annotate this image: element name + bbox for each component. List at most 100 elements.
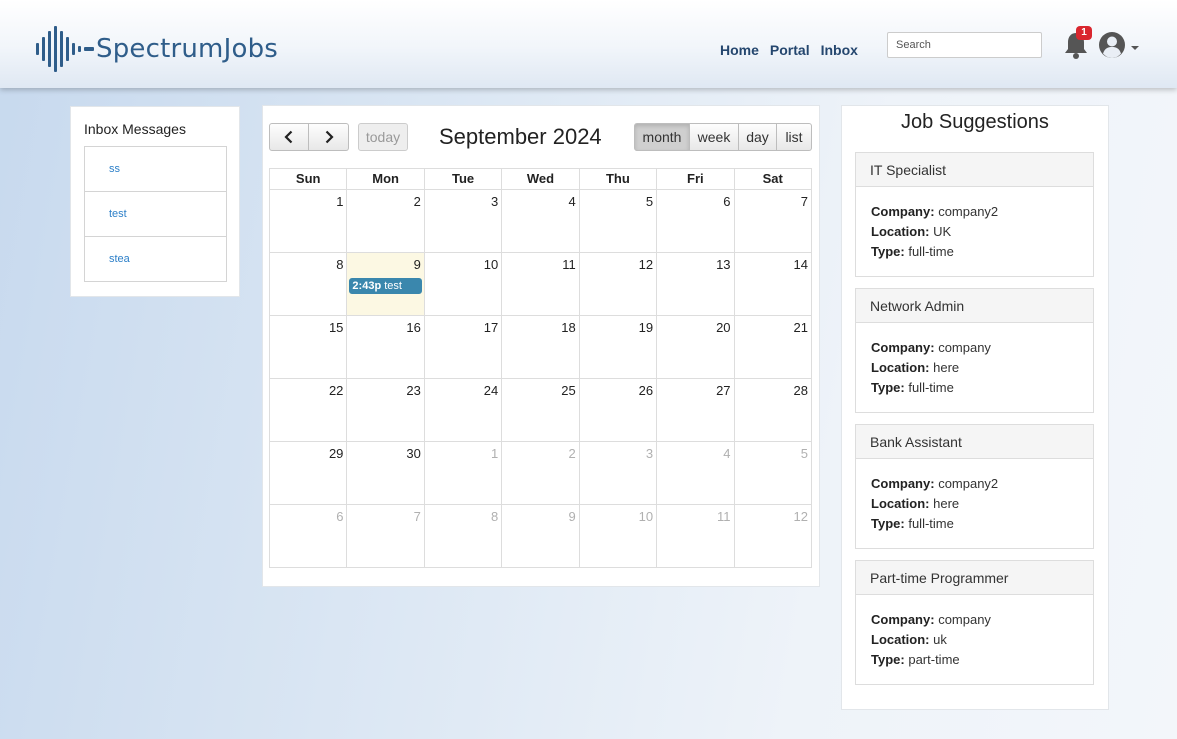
inbox-message-item[interactable]: stea xyxy=(84,236,227,282)
calendar-day[interactable]: 1 xyxy=(270,190,346,252)
view-week-button[interactable]: week xyxy=(690,123,739,151)
day-number[interactable]: 29 xyxy=(329,446,343,461)
calendar-day[interactable]: 8 xyxy=(423,505,501,567)
day-number[interactable]: 5 xyxy=(646,194,653,209)
calendar-day[interactable]: 28 xyxy=(733,379,811,441)
inbox-message-link[interactable]: test xyxy=(109,208,127,220)
job-card[interactable]: IT Specialist Company: company2 Location… xyxy=(855,152,1094,277)
day-number[interactable]: 7 xyxy=(801,194,808,209)
calendar-day[interactable]: 3 xyxy=(578,442,656,504)
brand-logo[interactable]: SpectrumJobs xyxy=(36,26,278,72)
calendar-day[interactable]: 6 xyxy=(656,190,733,252)
next-month-button[interactable] xyxy=(309,123,349,151)
job-card[interactable]: Network Admin Company: company Location:… xyxy=(855,288,1094,413)
day-number[interactable]: 15 xyxy=(329,320,343,335)
day-number[interactable]: 1 xyxy=(336,194,343,209)
inbox-message-link[interactable]: ss xyxy=(109,163,120,175)
job-card[interactable]: Part-time Programmer Company: company Lo… xyxy=(855,560,1094,685)
calendar-day[interactable]: 23 xyxy=(346,379,423,441)
day-number[interactable]: 23 xyxy=(406,383,420,398)
day-number[interactable]: 27 xyxy=(716,383,730,398)
calendar-day[interactable]: 22 xyxy=(270,379,346,441)
day-number[interactable]: 21 xyxy=(793,320,807,335)
nav-home-link[interactable]: Home xyxy=(720,42,759,58)
job-card[interactable]: Bank Assistant Company: company2 Locatio… xyxy=(855,424,1094,549)
prev-month-button[interactable] xyxy=(269,123,309,151)
day-number[interactable]: 14 xyxy=(793,257,807,272)
calendar-day[interactable]: 6 xyxy=(270,505,346,567)
day-number[interactable]: 10 xyxy=(639,509,653,524)
today-button[interactable]: today xyxy=(358,123,408,151)
day-number[interactable]: 3 xyxy=(491,194,498,209)
day-number[interactable]: 28 xyxy=(793,383,807,398)
calendar-day[interactable]: 4 xyxy=(656,442,733,504)
calendar-day[interactable]: 2 xyxy=(346,190,423,252)
day-number[interactable]: 4 xyxy=(723,446,730,461)
calendar-day[interactable]: 16 xyxy=(346,316,423,378)
day-number[interactable]: 30 xyxy=(406,446,420,461)
day-number[interactable]: 4 xyxy=(568,194,575,209)
day-number[interactable]: 12 xyxy=(793,509,807,524)
day-number[interactable]: 8 xyxy=(336,257,343,272)
day-number[interactable]: 24 xyxy=(484,383,498,398)
day-number[interactable]: 2 xyxy=(414,194,421,209)
calendar-day[interactable]: 1 xyxy=(423,442,501,504)
calendar-day[interactable]: 9 xyxy=(501,505,578,567)
nav-portal-link[interactable]: Portal xyxy=(770,42,810,58)
day-number[interactable]: 6 xyxy=(723,194,730,209)
calendar-day[interactable]: 11 xyxy=(501,253,578,315)
day-number[interactable]: 6 xyxy=(336,509,343,524)
day-number[interactable]: 12 xyxy=(639,257,653,272)
search-input[interactable] xyxy=(887,32,1042,58)
calendar-day[interactable]: 26 xyxy=(578,379,656,441)
day-number[interactable]: 8 xyxy=(491,509,498,524)
nav-inbox-link[interactable]: Inbox xyxy=(821,42,858,58)
user-avatar-icon[interactable] xyxy=(1098,31,1126,59)
job-title[interactable]: IT Specialist xyxy=(856,153,1093,187)
calendar-day[interactable]: 10 xyxy=(423,253,501,315)
calendar-day[interactable]: 14 xyxy=(733,253,811,315)
day-number[interactable]: 17 xyxy=(484,320,498,335)
calendar-day[interactable]: 4 xyxy=(501,190,578,252)
calendar-day[interactable]: 15 xyxy=(270,316,346,378)
calendar-day[interactable]: 7 xyxy=(733,190,811,252)
day-number[interactable]: 20 xyxy=(716,320,730,335)
job-title[interactable]: Bank Assistant xyxy=(856,425,1093,459)
day-number[interactable]: 19 xyxy=(639,320,653,335)
calendar-day[interactable]: 12 xyxy=(733,505,811,567)
calendar-day[interactable]: 19 xyxy=(578,316,656,378)
day-number[interactable]: 13 xyxy=(716,257,730,272)
day-number[interactable]: 11 xyxy=(562,257,576,272)
day-number[interactable]: 2 xyxy=(568,446,575,461)
calendar-day[interactable]: 3 xyxy=(423,190,501,252)
view-list-button[interactable]: list xyxy=(777,123,812,151)
calendar-day[interactable]: 21 xyxy=(733,316,811,378)
day-number[interactable]: 1 xyxy=(491,446,498,461)
calendar-day[interactable]: 24 xyxy=(423,379,501,441)
calendar-day[interactable]: 29 xyxy=(270,442,346,504)
calendar-day[interactable]: 10 xyxy=(578,505,656,567)
day-number[interactable]: 5 xyxy=(801,446,808,461)
day-number[interactable]: 7 xyxy=(414,509,421,524)
inbox-message-item[interactable]: ss xyxy=(84,146,227,192)
day-number[interactable]: 26 xyxy=(639,383,653,398)
calendar-day[interactable]: 11 xyxy=(656,505,733,567)
job-title[interactable]: Part-time Programmer xyxy=(856,561,1093,595)
day-number[interactable]: 9 xyxy=(568,509,575,524)
calendar-day-today[interactable]: 9 2:43p test xyxy=(346,253,424,315)
day-number[interactable]: 22 xyxy=(329,383,343,398)
calendar-day[interactable]: 30 xyxy=(346,442,423,504)
day-number[interactable]: 3 xyxy=(646,446,653,461)
view-day-button[interactable]: day xyxy=(739,123,777,151)
calendar-day[interactable]: 17 xyxy=(423,316,501,378)
calendar-day[interactable]: 12 xyxy=(578,253,656,315)
day-number[interactable]: 10 xyxy=(484,257,498,272)
calendar-day[interactable]: 18 xyxy=(501,316,578,378)
inbox-message-item[interactable]: test xyxy=(84,191,227,237)
calendar-day[interactable]: 7 xyxy=(346,505,423,567)
calendar-day[interactable]: 5 xyxy=(733,442,811,504)
day-number[interactable]: 18 xyxy=(561,320,575,335)
calendar-day[interactable]: 2 xyxy=(501,442,578,504)
calendar-day[interactable]: 27 xyxy=(656,379,733,441)
calendar-day[interactable]: 20 xyxy=(656,316,733,378)
